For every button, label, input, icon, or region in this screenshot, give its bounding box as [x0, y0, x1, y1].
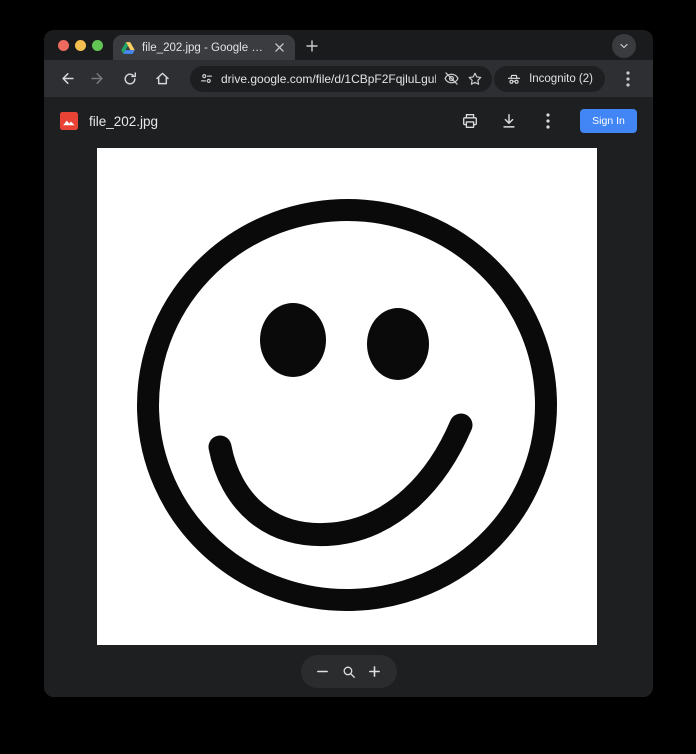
minimize-window-button[interactable]	[75, 40, 86, 51]
chevron-down-icon[interactable]	[612, 34, 636, 58]
zoom-out-icon[interactable]	[312, 661, 334, 683]
address-bar[interactable]: drive.google.com/file/d/1CBpF2FqjluLgub1…	[190, 66, 492, 92]
close-tab-icon[interactable]	[271, 40, 287, 56]
incognito-label: Incognito (2)	[529, 73, 593, 85]
incognito-icon	[506, 71, 522, 87]
toolbar-right-group: Incognito (2)	[494, 66, 641, 92]
site-info-icon[interactable]	[199, 71, 214, 86]
screenshot-stage: file_202.jpg - Google Drive	[0, 0, 696, 754]
back-icon[interactable]	[50, 63, 82, 95]
star-icon[interactable]	[467, 71, 483, 87]
active-tab[interactable]: file_202.jpg - Google Drive	[113, 35, 295, 60]
drive-header-actions: Sign In	[455, 106, 637, 136]
tab-title: file_202.jpg - Google Drive	[142, 42, 271, 54]
smile-curve	[220, 425, 461, 535]
reload-icon[interactable]	[114, 63, 146, 95]
forward-icon[interactable]	[82, 63, 114, 95]
more-vert-icon[interactable]	[615, 66, 641, 92]
zoom-in-icon[interactable]	[364, 661, 386, 683]
right-eye-dot	[367, 308, 429, 380]
zoom-lens-icon[interactable]	[338, 661, 360, 683]
incognito-badge[interactable]: Incognito (2)	[494, 66, 605, 92]
smiley-face-drawing	[97, 148, 597, 645]
tab-strip: file_202.jpg - Google Drive	[44, 30, 653, 60]
browser-toolbar: drive.google.com/file/d/1CBpF2FqjluLgub1…	[44, 60, 653, 97]
window-controls	[58, 40, 103, 51]
google-drive-icon	[121, 41, 135, 55]
zoom-controls	[301, 655, 397, 688]
close-window-button[interactable]	[58, 40, 69, 51]
new-tab-icon[interactable]	[300, 34, 324, 58]
left-eye-dot	[260, 303, 326, 377]
more-options-icon[interactable]	[533, 106, 563, 136]
browser-window: file_202.jpg - Google Drive	[44, 30, 653, 697]
face-outline-circle	[141, 203, 552, 607]
download-icon[interactable]	[494, 106, 524, 136]
drive-preview-header: file_202.jpg	[44, 97, 653, 145]
file-name: file_202.jpg	[89, 114, 158, 129]
url-text[interactable]: drive.google.com/file/d/1CBpF2FqjluLgub1…	[221, 72, 436, 86]
print-icon[interactable]	[455, 106, 485, 136]
sign-in-button[interactable]: Sign In	[580, 109, 637, 133]
previewed-image	[97, 148, 597, 645]
jpg-file-icon	[60, 112, 78, 130]
image-viewer	[44, 145, 653, 697]
maximize-window-button[interactable]	[92, 40, 103, 51]
home-icon[interactable]	[146, 63, 178, 95]
eye-off-icon[interactable]	[443, 70, 460, 87]
